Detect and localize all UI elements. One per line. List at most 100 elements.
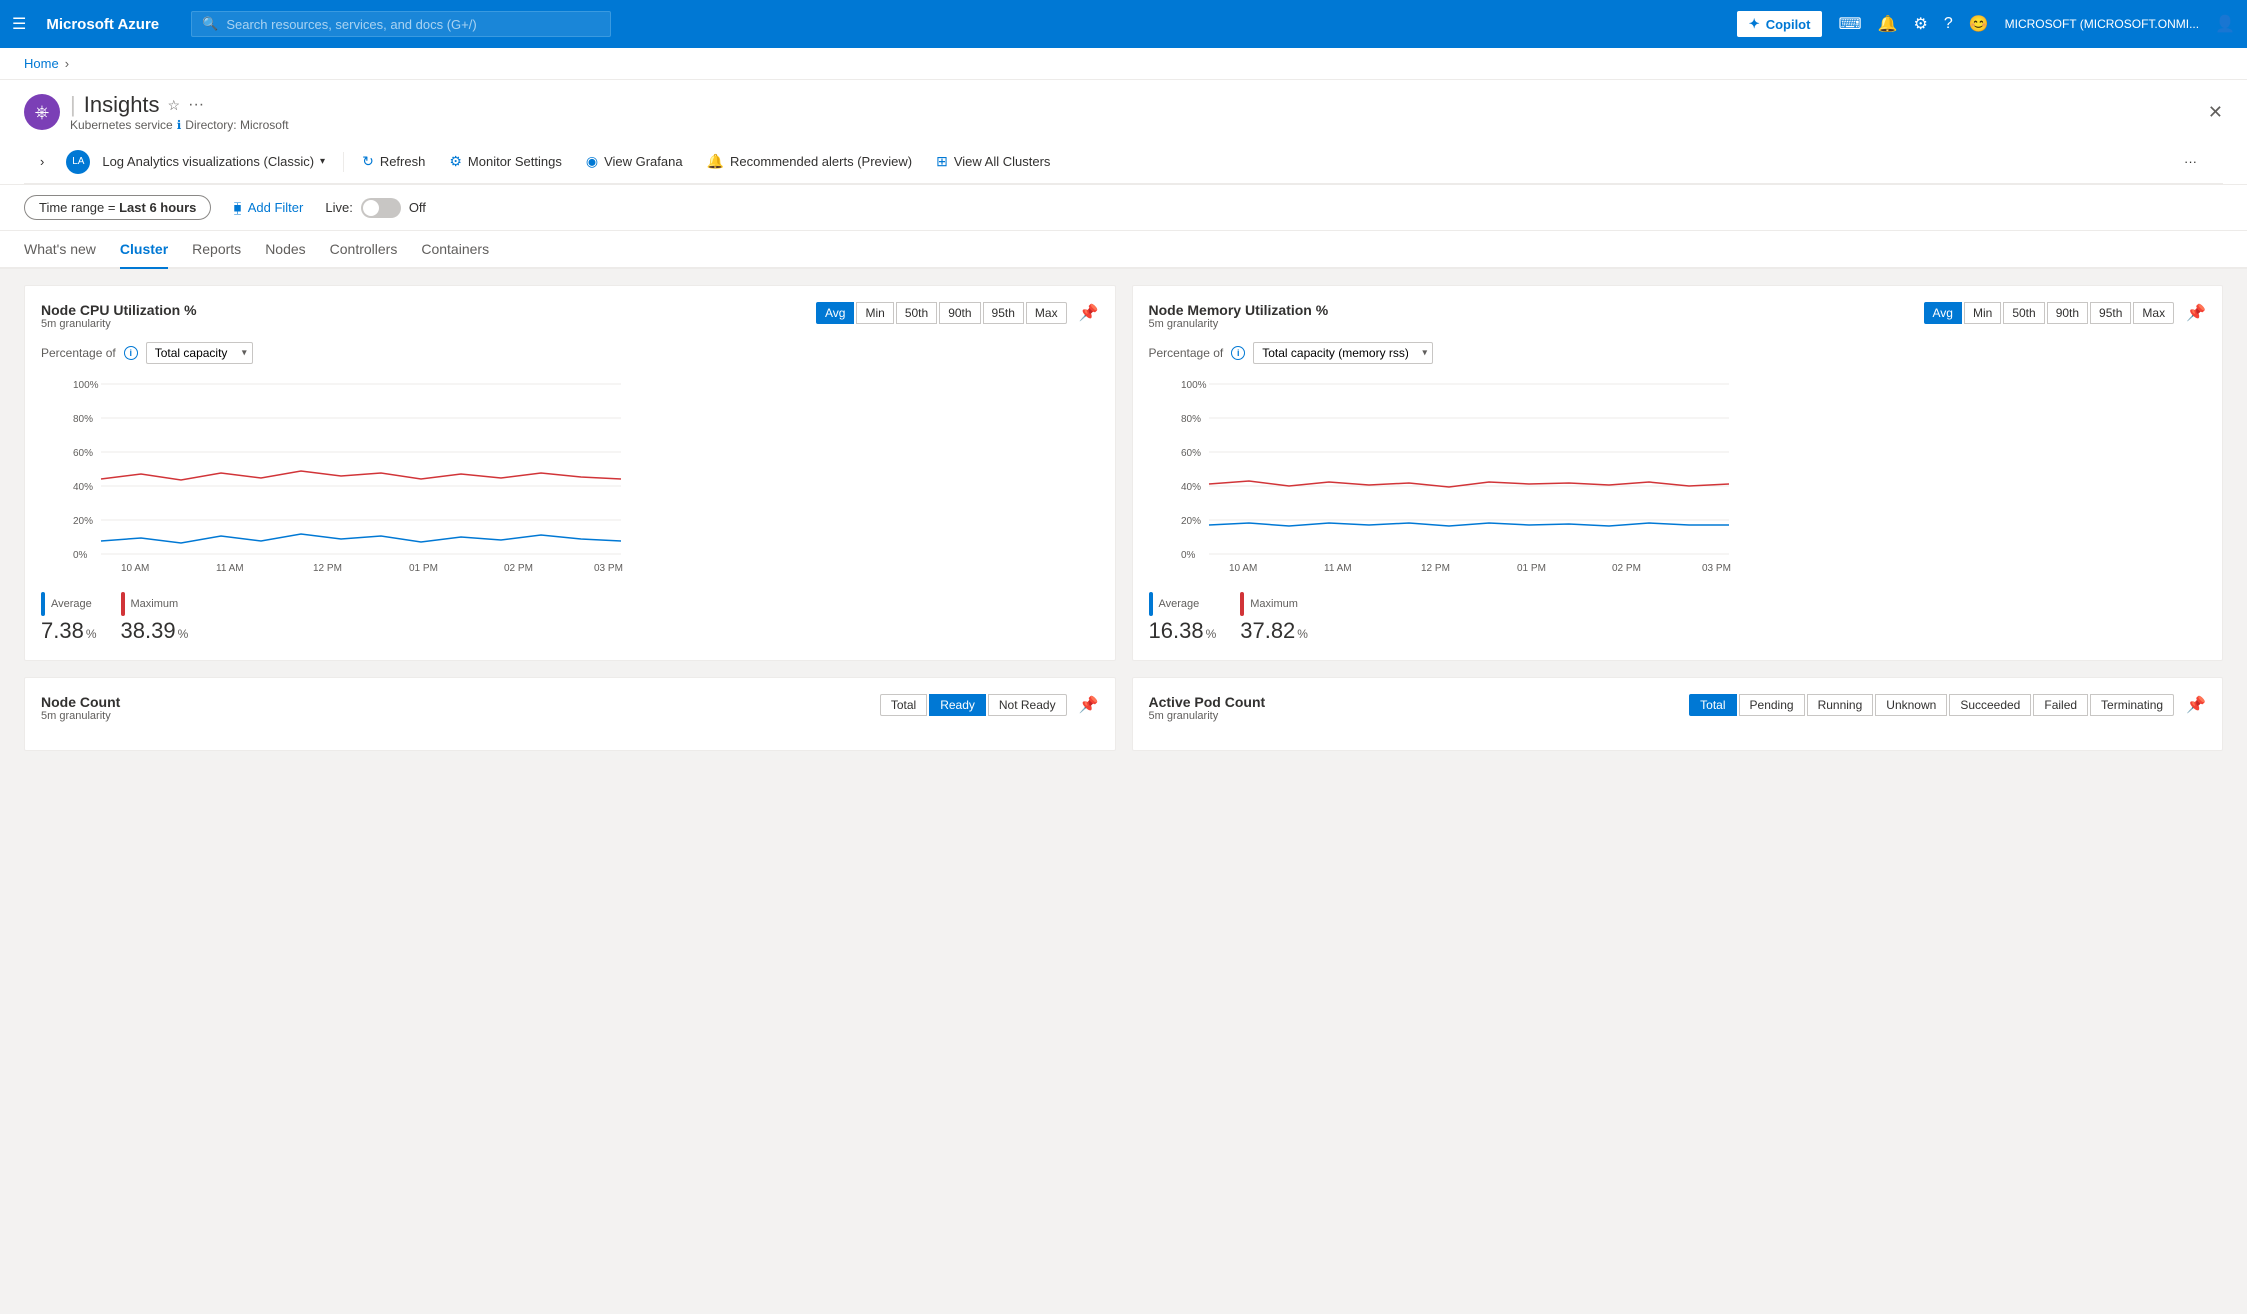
page-title-text: Insights — [84, 92, 160, 118]
refresh-icon: ↻ — [362, 153, 374, 170]
copilot-button[interactable]: ✦ Copilot — [1737, 11, 1823, 37]
hamburger-menu[interactable]: ☰ — [12, 14, 26, 34]
svg-text:11 AM: 11 AM — [1324, 563, 1352, 574]
cpu-btn-avg[interactable]: Avg — [816, 302, 854, 324]
feedback-icon[interactable]: 😊 — [1969, 14, 1989, 34]
memory-chart-area: 100% 80% 60% 40% 20% 0% — [1149, 376, 2207, 576]
pod-btn-running[interactable]: Running — [1807, 694, 1874, 716]
alerts-icon: 🔔 — [707, 153, 724, 170]
mem-btn-min[interactable]: Min — [1964, 302, 2001, 324]
add-filter-button[interactable]: ⧯ Add Filter — [223, 196, 313, 220]
star-button[interactable]: ☆ — [168, 97, 181, 114]
cpu-dropdown[interactable]: Total capacity — [146, 342, 253, 364]
recommended-alerts-button[interactable]: 🔔 Recommended alerts (Preview) — [697, 147, 923, 176]
tab-cluster[interactable]: Cluster — [120, 231, 168, 269]
cpu-btn-max[interactable]: Max — [1026, 302, 1067, 324]
search-icon: 🔍 — [202, 16, 218, 32]
cpu-btn-90th[interactable]: 90th — [939, 302, 980, 324]
node-count-title: Node Count — [41, 694, 120, 710]
cpu-max-color-bar — [121, 592, 125, 616]
cpu-chart-svg: 100% 80% 60% 40% 20% 0% — [41, 376, 1099, 576]
time-range-value: Last 6 hours — [119, 200, 196, 215]
more-button[interactable]: ··· — [188, 96, 204, 114]
cpu-btn-95th[interactable]: 95th — [983, 302, 1024, 324]
cpu-chart-buttons: Avg Min 50th 90th 95th Max — [816, 302, 1067, 324]
monitor-settings-button[interactable]: ⚙ Monitor Settings — [439, 147, 572, 176]
page-header-top: ⎈ | Insights ☆ ··· Kubernetes service ℹ … — [24, 92, 2223, 132]
cpu-pin-button[interactable]: 📌 — [1079, 303, 1099, 323]
mem-btn-avg[interactable]: Avg — [1924, 302, 1962, 324]
memory-avg-value: 16.38 — [1149, 618, 1204, 644]
svg-text:01 PM: 01 PM — [409, 563, 438, 574]
svg-text:12 PM: 12 PM — [313, 563, 342, 574]
svg-text:100%: 100% — [73, 380, 99, 391]
mem-btn-95th[interactable]: 95th — [2090, 302, 2131, 324]
time-range-button[interactable]: Time range = Last 6 hours — [24, 195, 211, 220]
memory-info-icon[interactable]: i — [1231, 346, 1245, 360]
page-title-area: | Insights ☆ ··· Kubernetes service ℹ Di… — [70, 92, 289, 132]
view-all-clusters-button[interactable]: ⊞ View All Clusters — [926, 147, 1060, 176]
toolbar-expand-icon[interactable]: › — [40, 154, 44, 169]
toolbar-more-button[interactable]: ··· — [2174, 148, 2207, 175]
node-btn-not-ready[interactable]: Not Ready — [988, 694, 1067, 716]
mem-btn-50th[interactable]: 50th — [2003, 302, 2044, 324]
mem-btn-90th[interactable]: 90th — [2047, 302, 2088, 324]
svg-text:0%: 0% — [1181, 550, 1196, 561]
pod-btn-unknown[interactable]: Unknown — [1875, 694, 1947, 716]
breadcrumb-home[interactable]: Home — [24, 56, 59, 71]
pod-count-granularity: 5m granularity — [1149, 710, 1266, 722]
monitor-settings-icon: ⚙ — [449, 153, 462, 170]
memory-dropdown[interactable]: Total capacity (memory rss) — [1253, 342, 1433, 364]
settings-icon[interactable]: ⚙ — [1913, 14, 1927, 34]
svg-text:20%: 20% — [1181, 516, 1201, 527]
close-button[interactable]: ✕ — [2208, 102, 2223, 123]
copilot-icon: ✦ — [1749, 16, 1760, 32]
node-btn-total[interactable]: Total — [880, 694, 927, 716]
memory-chart-buttons: Avg Min 50th 90th 95th Max — [1924, 302, 2175, 324]
nav-right: ✦ Copilot ⌨ 🔔 ⚙ ? 😊 MICROSOFT (MICROSOFT… — [1737, 11, 2235, 37]
tab-reports[interactable]: Reports — [192, 231, 241, 269]
tab-controllers[interactable]: Controllers — [330, 231, 398, 269]
memory-legend-avg-label: Average — [1149, 592, 1217, 616]
node-btn-ready[interactable]: Ready — [929, 694, 986, 716]
live-off-label: Off — [409, 200, 426, 215]
page-icon: ⎈ — [24, 94, 60, 130]
node-count-pin-button[interactable]: 📌 — [1079, 695, 1099, 715]
terminal-icon[interactable]: ⌨ — [1838, 14, 1861, 34]
view-grafana-button[interactable]: ◉ View Grafana — [576, 147, 693, 176]
svg-text:80%: 80% — [73, 414, 93, 425]
memory-chart-card: Node Memory Utilization % 5m granularity… — [1132, 285, 2224, 661]
search-box[interactable]: 🔍 Search resources, services, and docs (… — [191, 11, 611, 37]
cpu-btn-min[interactable]: Min — [856, 302, 893, 324]
pod-btn-terminating[interactable]: Terminating — [2090, 694, 2174, 716]
pod-btn-total[interactable]: Total — [1689, 694, 1736, 716]
help-icon[interactable]: ? — [1944, 15, 1953, 33]
user-account[interactable]: MICROSOFT (MICROSOFT.ONMI... — [2005, 17, 2199, 31]
live-toggle-switch[interactable] — [361, 198, 401, 218]
time-range-prefix: Time range = — [39, 200, 115, 215]
cpu-legend-avg: Average 7.38 % — [41, 592, 97, 644]
cpu-info-icon[interactable]: i — [124, 346, 138, 360]
pod-btn-succeeded[interactable]: Succeeded — [1949, 694, 2031, 716]
memory-avg-pct: % — [1206, 627, 1217, 641]
memory-chart-controls: Percentage of i Total capacity (memory r… — [1149, 342, 2207, 364]
copilot-label: Copilot — [1766, 17, 1811, 32]
tab-nodes[interactable]: Nodes — [265, 231, 305, 269]
tab-whats-new[interactable]: What's new — [24, 231, 96, 269]
bell-icon[interactable]: 🔔 — [1878, 14, 1898, 34]
add-filter-label: Add Filter — [248, 200, 304, 215]
mem-btn-max[interactable]: Max — [2133, 302, 2174, 324]
svg-text:10 AM: 10 AM — [1229, 563, 1257, 574]
cpu-btn-50th[interactable]: 50th — [896, 302, 937, 324]
tab-containers[interactable]: Containers — [421, 231, 489, 269]
avatar[interactable]: 👤 — [2215, 14, 2235, 34]
pod-btn-failed[interactable]: Failed — [2033, 694, 2088, 716]
refresh-button[interactable]: ↻ Refresh — [352, 147, 435, 176]
pod-btn-pending[interactable]: Pending — [1739, 694, 1805, 716]
svg-text:60%: 60% — [73, 448, 93, 459]
subtitle-kubernetes: Kubernetes service — [70, 118, 173, 132]
analytics-selector[interactable]: LA Log Analytics visualizations (Classic… — [56, 144, 335, 180]
memory-pin-button[interactable]: 📌 — [2186, 303, 2206, 323]
pod-count-pin-button[interactable]: 📌 — [2186, 695, 2206, 715]
info-icon[interactable]: ℹ — [177, 118, 182, 132]
